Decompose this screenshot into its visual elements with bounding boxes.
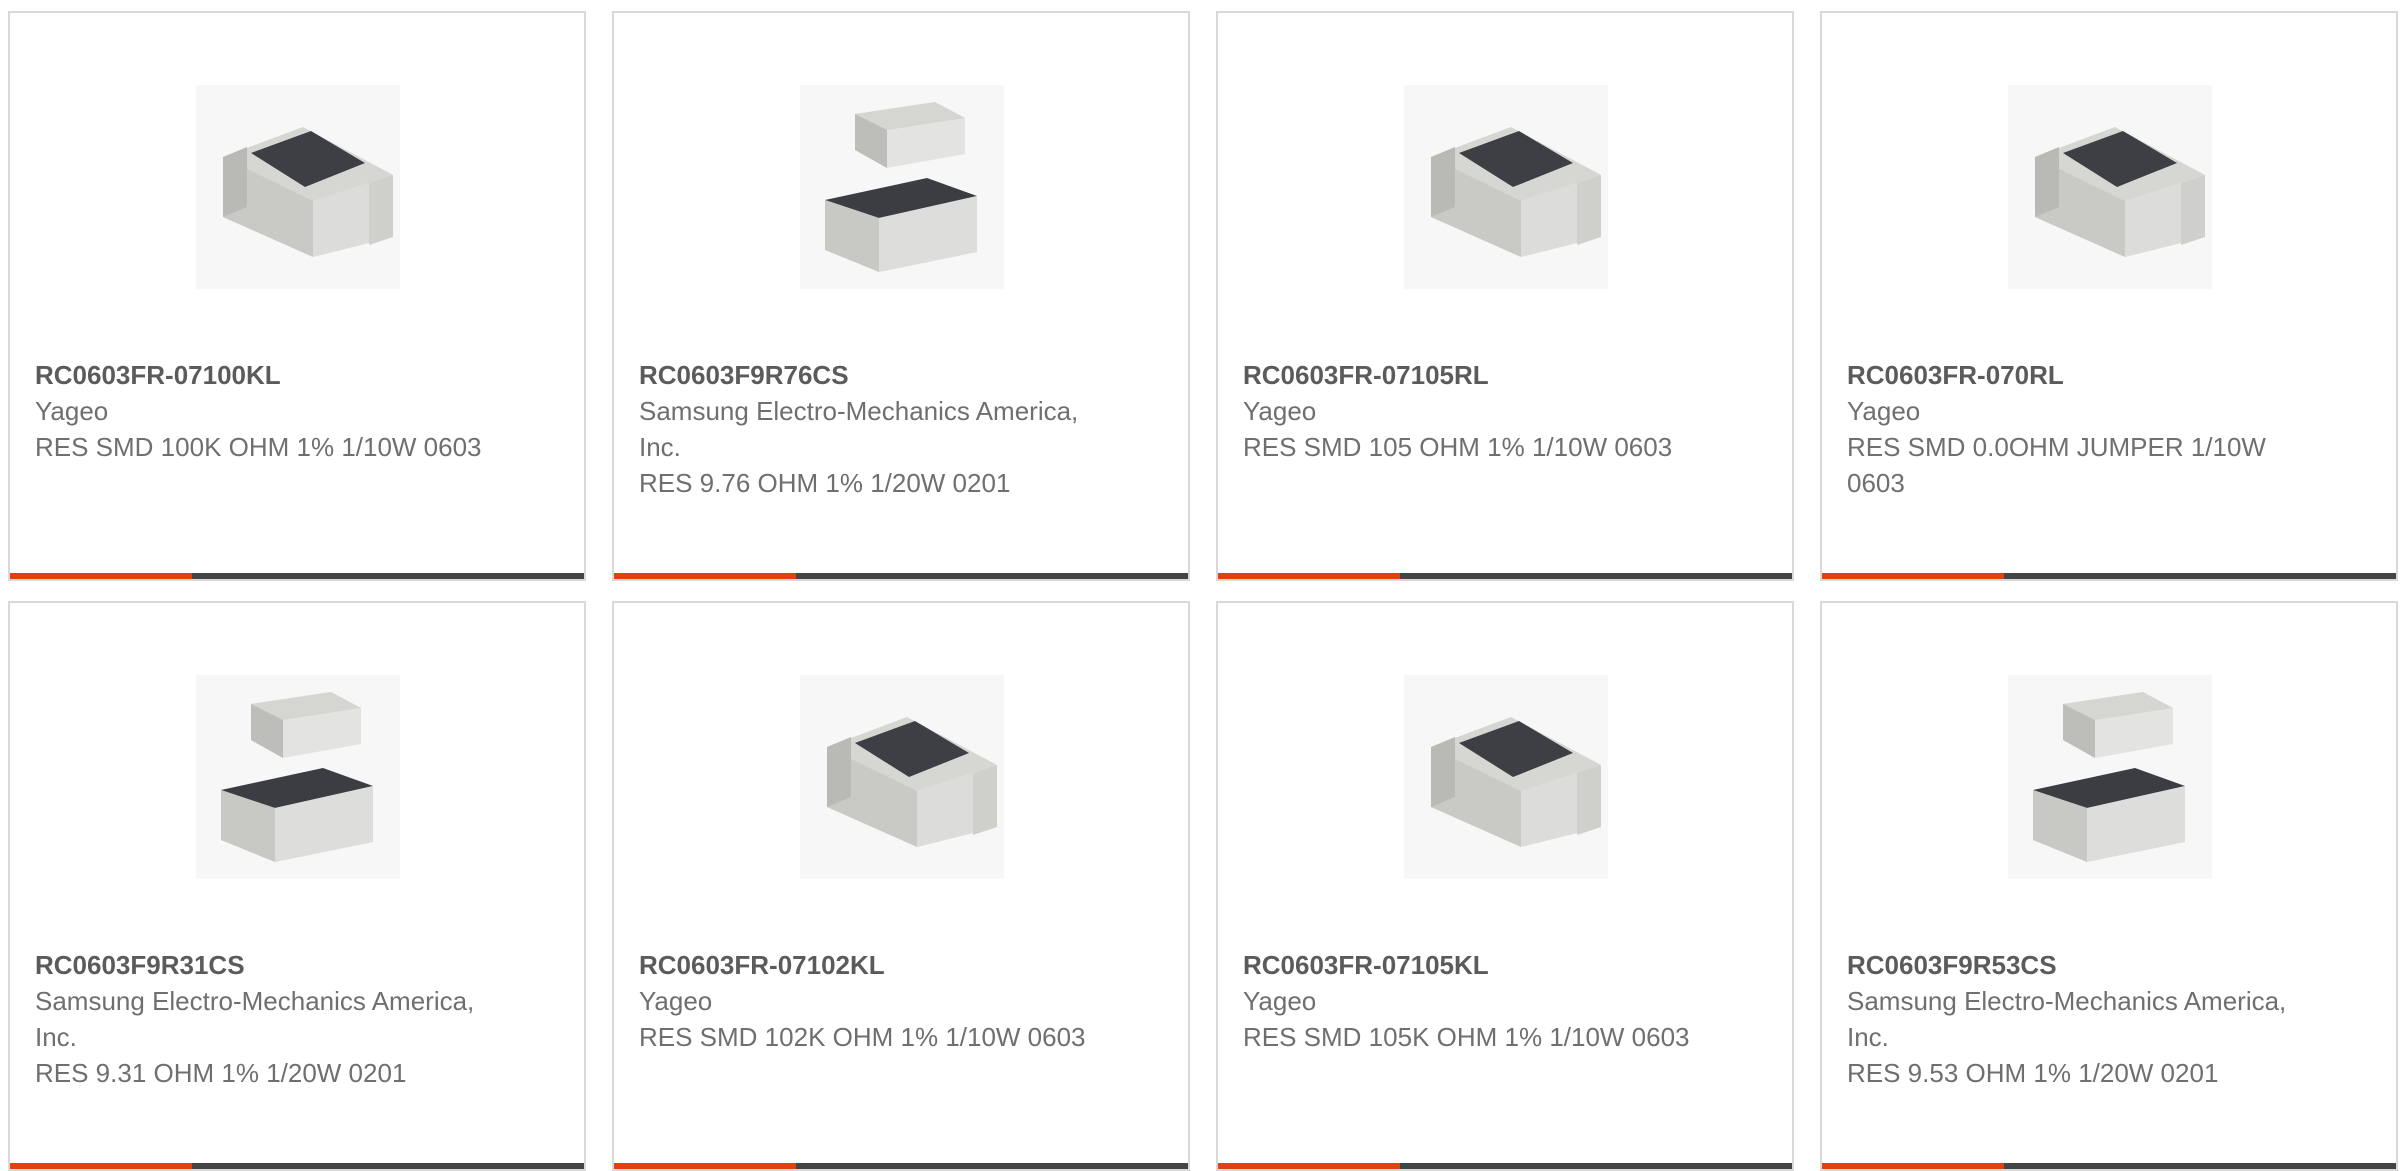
resistor-chip-pair-icon — [196, 675, 400, 879]
manufacturer: Yageo — [1847, 396, 1921, 426]
manufacturer: Yageo — [1243, 396, 1317, 426]
product-grid: RC0603FR-07100KL Yageo RES SMD 100K OHM … — [0, 0, 2400, 1171]
manufacturer: Samsung Electro-Mechanics America, Inc. — [35, 986, 475, 1052]
part-number[interactable]: RC0603FR-07105KL — [1243, 947, 1703, 983]
resistor-chip-pair-icon — [800, 85, 1004, 289]
resistor-chip-icon — [1404, 85, 1608, 289]
resistor-chip-icon — [1404, 675, 1608, 879]
description: RES 9.53 OHM 1% 1/20W 0201 — [1847, 1058, 2219, 1088]
card-bottom-bar — [10, 573, 584, 579]
description: RES SMD 105K OHM 1% 1/10W 0603 — [1243, 1022, 1690, 1052]
card-bottom-bar — [1218, 1163, 1792, 1169]
card-bottom-bar — [614, 1163, 1188, 1169]
part-number[interactable]: RC0603FR-070RL — [1847, 357, 2307, 393]
manufacturer: Samsung Electro-Mechanics America, Inc. — [1847, 986, 2287, 1052]
part-number[interactable]: RC0603F9R31CS — [35, 947, 495, 983]
description: RES SMD 102K OHM 1% 1/10W 0603 — [639, 1022, 1086, 1052]
card-bottom-bar — [1822, 1163, 2396, 1169]
card-accent-bar — [1822, 1163, 2004, 1169]
product-card[interactable]: RC0603FR-070RL Yageo RES SMD 0.0OHM JUMP… — [1820, 11, 2398, 581]
manufacturer: Yageo — [639, 986, 713, 1016]
description: RES 9.76 OHM 1% 1/20W 0201 — [639, 468, 1011, 498]
description: RES SMD 100K OHM 1% 1/10W 0603 — [35, 432, 482, 462]
description: RES 9.31 OHM 1% 1/20W 0201 — [35, 1058, 407, 1088]
description: RES SMD 105 OHM 1% 1/10W 0603 — [1243, 432, 1673, 462]
card-bottom-bar — [1218, 573, 1792, 579]
card-accent-bar — [10, 573, 192, 579]
part-number[interactable]: RC0603FR-07102KL — [639, 947, 1099, 983]
resistor-chip-icon — [2008, 85, 2212, 289]
card-accent-bar — [1822, 573, 2004, 579]
card-bottom-bar — [10, 1163, 584, 1169]
part-number[interactable]: RC0603F9R76CS — [639, 357, 1099, 393]
description: RES SMD 0.0OHM JUMPER 1/10W 0603 — [1847, 432, 2266, 498]
part-number[interactable]: RC0603FR-07100KL — [35, 357, 495, 393]
product-card[interactable]: RC0603FR-07102KL Yageo RES SMD 102K OHM … — [612, 601, 1190, 1171]
product-card[interactable]: RC0603F9R31CS Samsung Electro-Mechanics … — [8, 601, 586, 1171]
product-card[interactable]: RC0603F9R53CS Samsung Electro-Mechanics … — [1820, 601, 2398, 1171]
product-card[interactable]: RC0603FR-07105KL Yageo RES SMD 105K OHM … — [1216, 601, 1794, 1171]
card-bottom-bar — [614, 573, 1188, 579]
manufacturer: Yageo — [35, 396, 109, 426]
card-accent-bar — [10, 1163, 192, 1169]
card-accent-bar — [614, 1163, 796, 1169]
resistor-chip-icon — [196, 85, 400, 289]
product-card[interactable]: RC0603FR-07100KL Yageo RES SMD 100K OHM … — [8, 11, 586, 581]
card-accent-bar — [1218, 573, 1400, 579]
part-number[interactable]: RC0603FR-07105RL — [1243, 357, 1703, 393]
resistor-chip-pair-icon — [2008, 675, 2212, 879]
part-number[interactable]: RC0603F9R53CS — [1847, 947, 2307, 983]
resistor-chip-icon — [800, 675, 1004, 879]
card-accent-bar — [1218, 1163, 1400, 1169]
product-card[interactable]: RC0603FR-07105RL Yageo RES SMD 105 OHM 1… — [1216, 11, 1794, 581]
product-card[interactable]: RC0603F9R76CS Samsung Electro-Mechanics … — [612, 11, 1190, 581]
card-bottom-bar — [1822, 573, 2396, 579]
manufacturer: Samsung Electro-Mechanics America, Inc. — [639, 396, 1079, 462]
manufacturer: Yageo — [1243, 986, 1317, 1016]
card-accent-bar — [614, 573, 796, 579]
